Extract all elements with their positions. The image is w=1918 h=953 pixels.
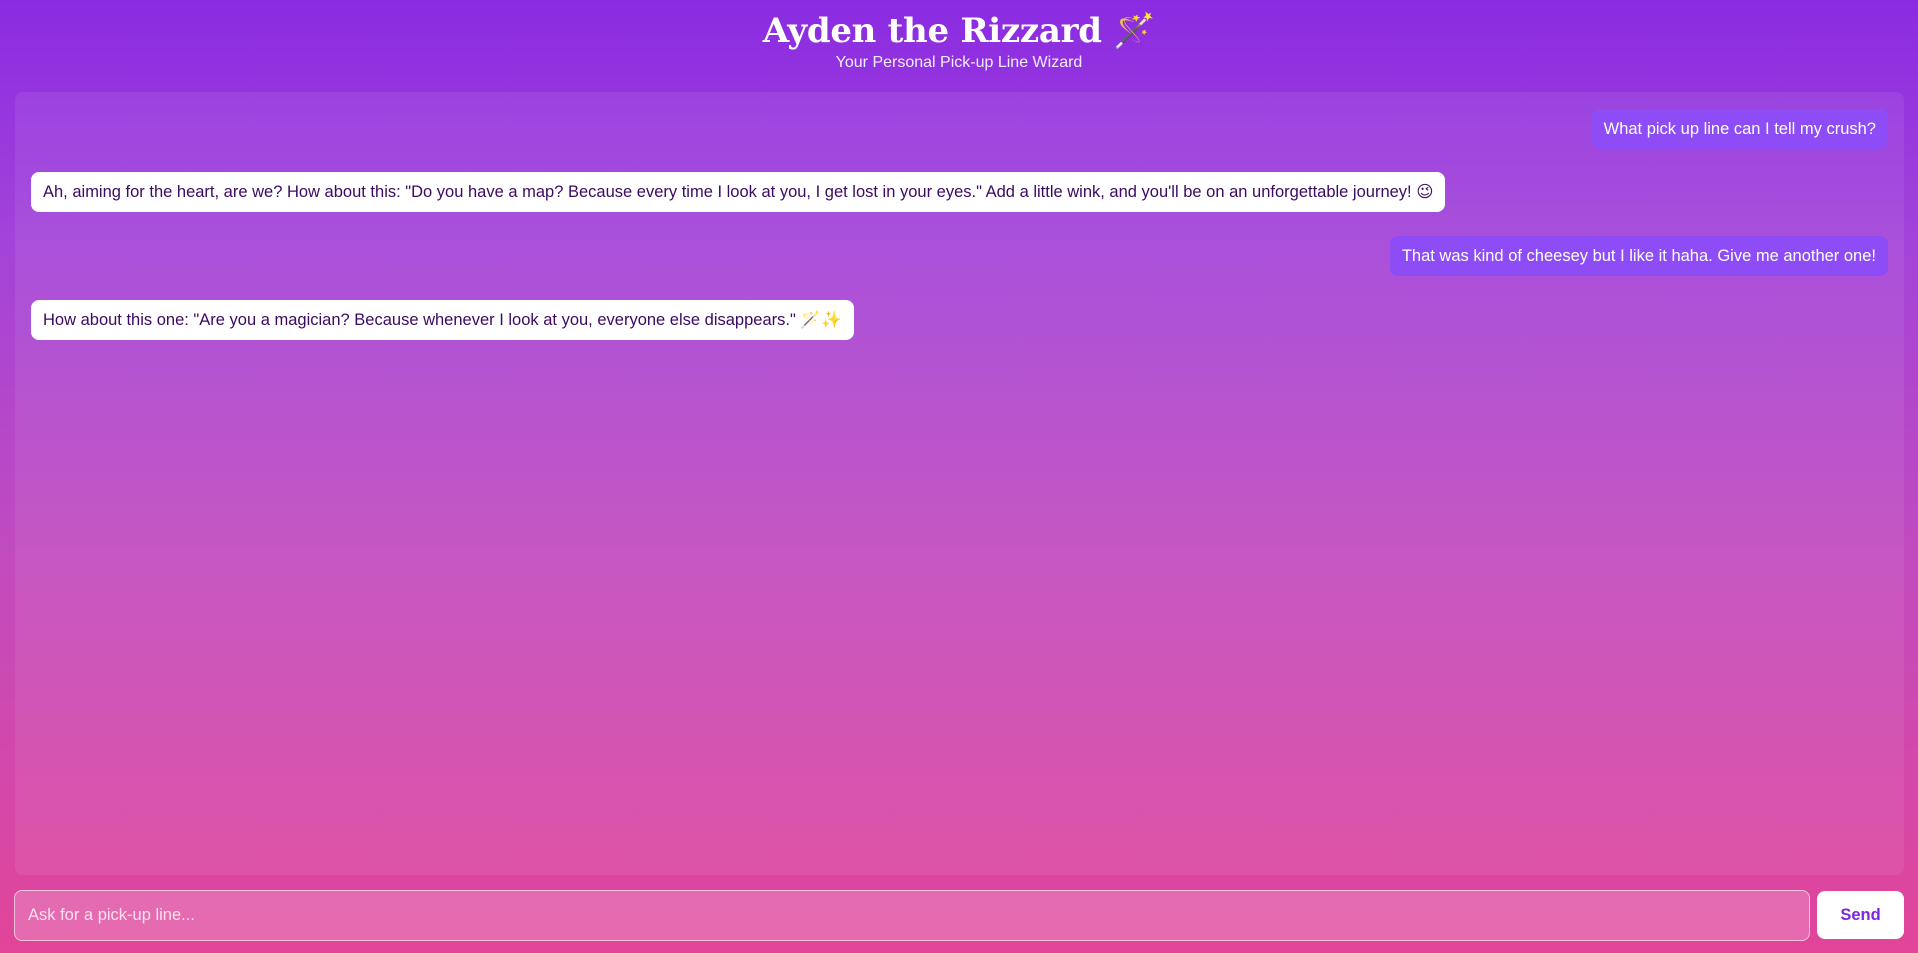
chat-panel[interactable]: What pick up line can I tell my crush? A… — [15, 92, 1904, 875]
send-button[interactable]: Send — [1817, 891, 1904, 939]
app-subtitle: Your Personal Pick-up Line Wizard — [835, 54, 1083, 71]
message-row-bot: How about this one: "Are you a magician?… — [31, 300, 1888, 340]
message-row-bot: Ah, aiming for the heart, are we? How ab… — [31, 172, 1888, 212]
bot-message: How about this one: "Are you a magician?… — [31, 300, 854, 340]
message-row-user: That was kind of cheesey but I like it h… — [31, 236, 1888, 276]
user-message: That was kind of cheesey but I like it h… — [1389, 236, 1888, 276]
app-header: Ayden the Rizzard 🪄 Your Personal Pick-u… — [0, 0, 1918, 88]
message-row-user: What pick up line can I tell my crush? — [31, 109, 1888, 149]
user-message: What pick up line can I tell my crush? — [1591, 109, 1888, 149]
bot-message: Ah, aiming for the heart, are we? How ab… — [31, 172, 1446, 212]
app-title: Ayden the Rizzard 🪄 — [762, 11, 1156, 51]
message-input[interactable] — [14, 890, 1810, 941]
